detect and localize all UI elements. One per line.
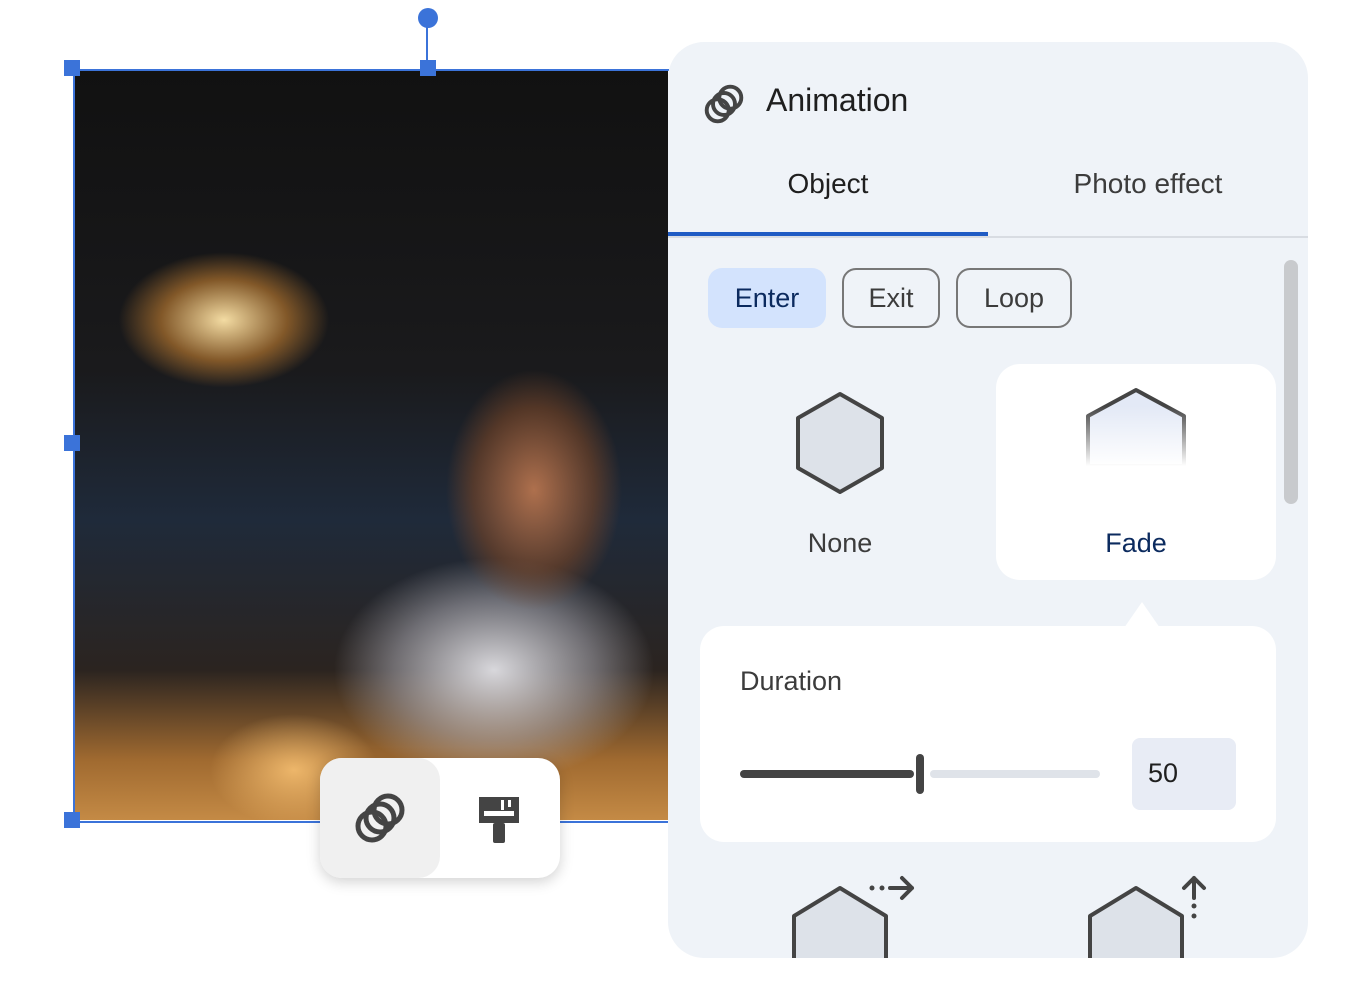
effect-label: None — [807, 528, 873, 558]
selection-border — [73, 69, 669, 823]
effect-fade[interactable]: Fade — [996, 364, 1276, 580]
resize-handle-top[interactable] — [420, 60, 436, 76]
tab-object[interactable]: Object — [668, 168, 988, 200]
effect-label: Fade — [1105, 528, 1167, 558]
resize-handle-bottom-left[interactable] — [64, 812, 80, 828]
paintbrush-icon — [479, 797, 519, 843]
effect-slide[interactable] — [778, 872, 928, 958]
duration-label: Duration — [740, 666, 843, 696]
slider-track — [930, 770, 1100, 778]
fade-hexagon-icon — [1084, 388, 1188, 466]
slider-thumb[interactable] — [916, 754, 924, 794]
rotation-handle[interactable] — [418, 8, 438, 28]
hexagon-rise-up-icon — [1088, 876, 1206, 958]
chip-loop[interactable]: Loop — [956, 268, 1072, 328]
duration-value-input[interactable]: 50 — [1132, 738, 1236, 810]
animation-rings-icon — [355, 793, 405, 843]
hexagon-icon — [796, 392, 884, 494]
duration-card: Duration 50 — [700, 626, 1276, 842]
resize-handle-top-left[interactable] — [64, 60, 80, 76]
effect-none[interactable]: None — [702, 364, 978, 580]
slider-fill — [740, 770, 914, 778]
active-tab-indicator — [668, 232, 988, 236]
format-paint-button[interactable] — [440, 758, 560, 878]
chip-enter[interactable]: Enter — [708, 268, 826, 328]
rotation-line — [426, 26, 428, 60]
floating-toolbar — [320, 758, 560, 878]
animation-button[interactable] — [320, 758, 440, 878]
scrollbar[interactable] — [1284, 260, 1298, 504]
resize-handle-left[interactable] — [64, 435, 80, 451]
chip-exit[interactable]: Exit — [842, 268, 940, 328]
tab-photo-effect[interactable]: Photo effect — [988, 168, 1308, 200]
duration-slider[interactable] — [740, 754, 1100, 794]
animation-rings-icon — [704, 84, 744, 124]
animation-panel: Animation Object Photo effect Enter Exit… — [668, 42, 1308, 958]
hexagon-slide-right-icon — [792, 876, 914, 958]
effect-rise[interactable] — [1074, 872, 1224, 958]
panel-title: Animation — [766, 82, 909, 118]
tabs-divider — [668, 236, 1308, 238]
popover-pointer — [1124, 602, 1160, 628]
